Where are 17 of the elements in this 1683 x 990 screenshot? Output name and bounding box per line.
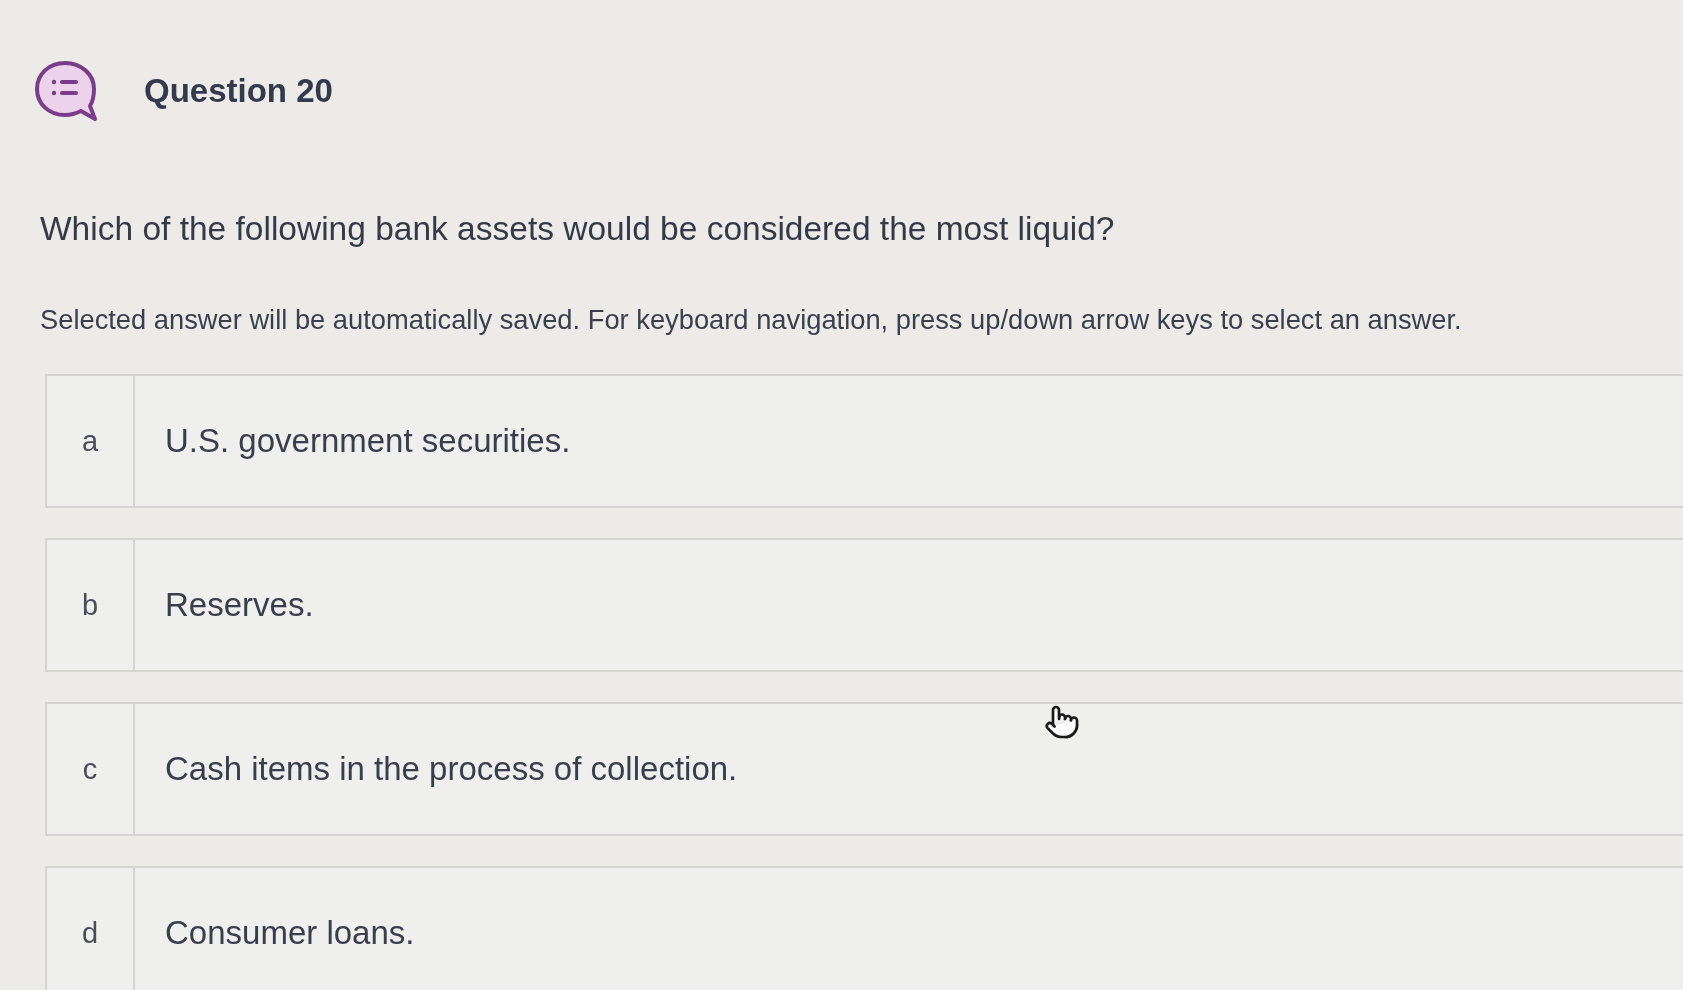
answer-option[interactable]: c Cash items in the process of collection.: [45, 702, 1683, 836]
hand-pointer-icon: [1044, 704, 1080, 740]
answer-option[interactable]: a U.S. government securities.: [45, 374, 1683, 508]
instruction-text: Selected answer will be automatically saved. For keyboard navigation, press up/down arrow keys to select an answer.: [40, 304, 1463, 336]
answer-option[interactable]: d Consumer loans.: [45, 866, 1683, 990]
option-letter: b: [47, 540, 135, 670]
option-text: Consumer loans.: [164, 913, 415, 953]
option-letter: d: [47, 868, 135, 990]
question-text: Which of the following bank assets would be considered the most liquid?: [40, 210, 1116, 248]
question-title: Question 20: [144, 72, 333, 110]
option-letter: a: [47, 376, 135, 506]
answer-option[interactable]: b Reserves.: [45, 538, 1683, 672]
option-text: Reserves.: [164, 585, 314, 625]
speech-bubble-list-icon: [34, 60, 98, 122]
option-text: Cash items in the process of collection.: [164, 749, 738, 789]
option-letter: c: [47, 704, 135, 834]
option-text: U.S. government securities.: [164, 421, 571, 461]
